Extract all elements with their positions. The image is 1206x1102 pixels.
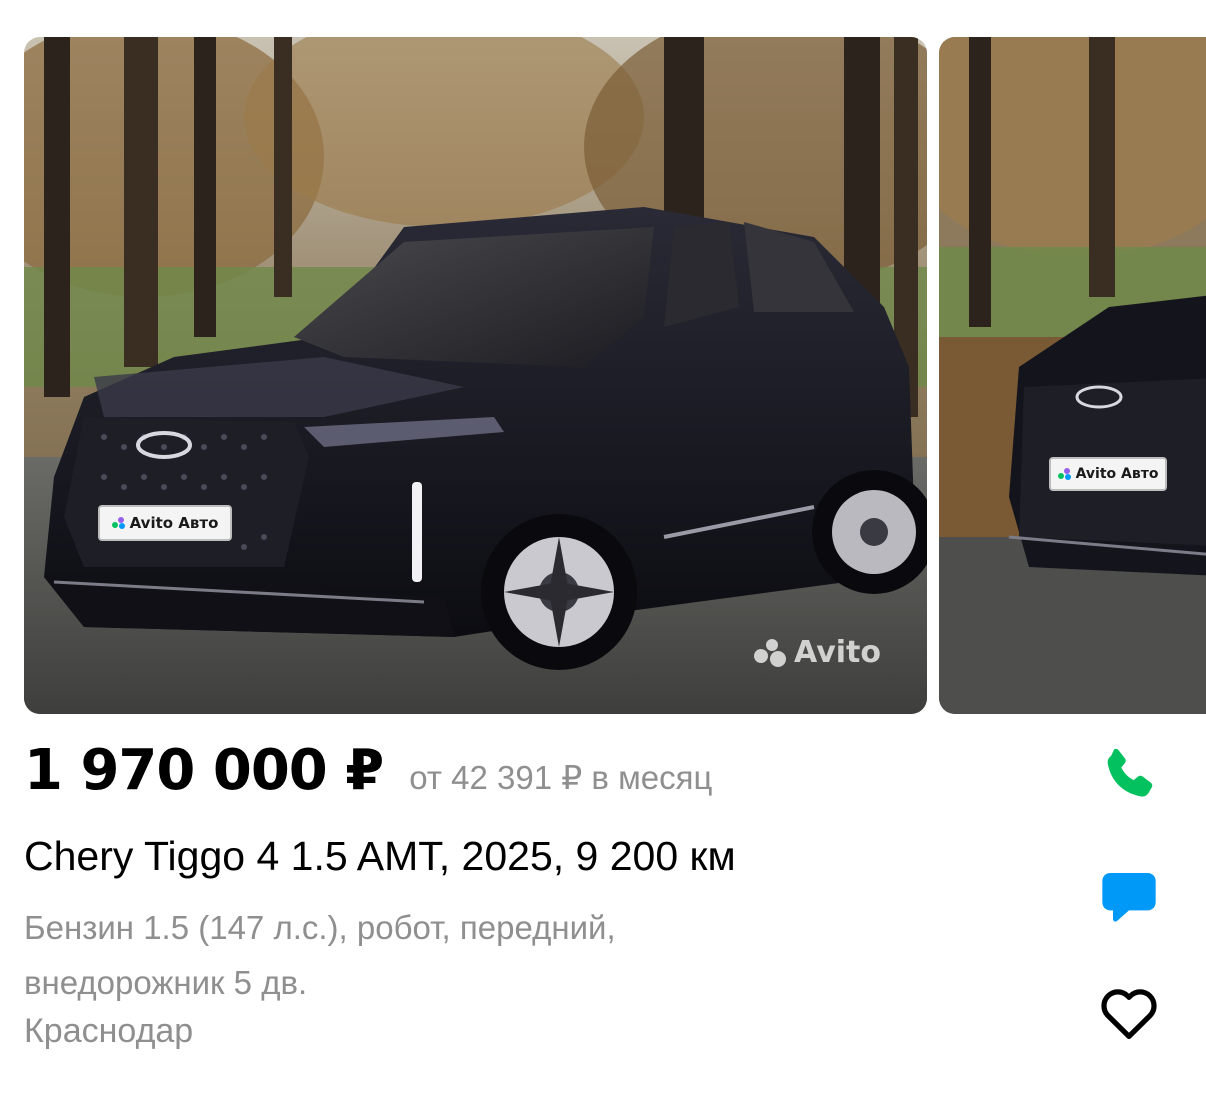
chat-bubble-icon: [1102, 873, 1156, 922]
monthly-payment[interactable]: от 42 391 ₽ в месяц: [409, 758, 712, 797]
avito-logo-icon: [1057, 468, 1072, 480]
specs-line-2: внедорожник 5 дв.: [24, 964, 308, 1001]
watermark-text: Avito: [794, 635, 881, 670]
avito-auto-plate-next: Avito Авто: [1049, 457, 1167, 491]
call-button[interactable]: [1094, 741, 1164, 811]
favorite-button[interactable]: [1094, 978, 1164, 1048]
car-photo-next[interactable]: Avito Авто: [939, 37, 1206, 714]
heart-outline-icon: [1101, 989, 1157, 1039]
listing-specs: Бензин 1.5 (147 л.с.), робот, передний, …: [24, 900, 904, 1010]
photo-gallery[interactable]: Avito Авто Avito Avito Авто: [24, 37, 1206, 714]
avito-auto-plate: Avito Авто: [98, 505, 232, 541]
listing-title[interactable]: Chery Tiggo 4 1.5 AMT, 2025, 9 200 км: [24, 833, 736, 880]
price: 1 970 000 ₽: [24, 738, 384, 803]
price-row: 1 970 000 ₽ от 42 391 ₽ в месяц: [24, 738, 712, 803]
avito-watermark: Avito: [754, 635, 881, 670]
car-photo-image: [24, 37, 927, 714]
car-photo-next-image: [939, 37, 1206, 714]
listing-city: Краснодар: [24, 1012, 194, 1050]
car-photo-main[interactable]: Avito Авто Avito: [24, 37, 927, 714]
avito-watermark-logo-icon: [754, 638, 788, 667]
plate-text: Avito Авто: [1075, 466, 1159, 482]
avito-logo-icon: [111, 517, 126, 529]
message-button[interactable]: [1094, 862, 1164, 932]
specs-line-1: Бензин 1.5 (147 л.с.), робот, передний,: [24, 909, 616, 946]
phone-icon: [1107, 748, 1153, 797]
plate-text: Avito Авто: [129, 514, 219, 532]
